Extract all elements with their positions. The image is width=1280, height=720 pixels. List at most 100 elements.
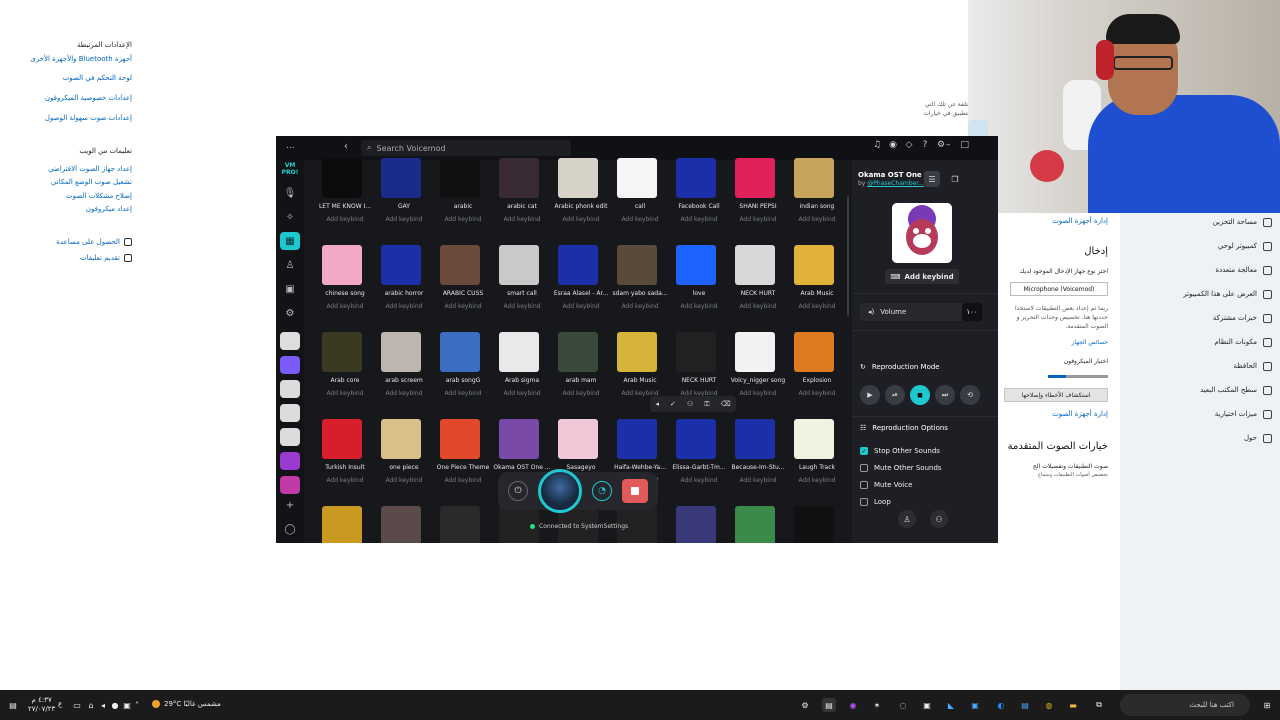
web-help-link-spatial-sound[interactable]: تشغيل صوت الوضع المكاني — [51, 178, 132, 186]
add-keybind-link[interactable]: Add keybind — [548, 390, 614, 397]
grid-scrollbar[interactable] — [847, 196, 849, 316]
language-indicator[interactable]: ع — [58, 700, 62, 708]
sound-thumbnail[interactable] — [322, 245, 362, 285]
settings-nav-icon[interactable]: ⚙ — [280, 304, 300, 322]
sound-tile[interactable]: Arabic phonk edit Add keybind — [552, 158, 610, 238]
manage-sound-devices-link-2[interactable]: إدارة أجهزة الصوت — [1052, 410, 1108, 418]
add-keybind-link[interactable]: Add keybind — [312, 390, 378, 397]
sound-thumbnail[interactable] — [794, 245, 834, 285]
soundboard-avatar-3[interactable] — [280, 380, 300, 398]
chrome-icon[interactable]: ◍ — [1042, 698, 1056, 712]
app-icon-2[interactable]: ✶ — [870, 698, 884, 712]
tray-overflow-icon[interactable]: ˄ — [130, 698, 144, 712]
stop-sound-button[interactable] — [622, 479, 648, 503]
add-keybind-link[interactable]: Add keybind — [607, 303, 673, 310]
sound-tile[interactable]: Facebook Call Add keybind — [670, 158, 728, 238]
sound-thumbnail[interactable] — [735, 158, 775, 198]
settings-icon[interactable]: ⚙ — [936, 140, 946, 150]
app-icon-7[interactable]: ▤ — [1018, 698, 1032, 712]
search-input[interactable]: ⌕ Search Voicemod — [361, 140, 571, 156]
sound-thumbnail[interactable] — [499, 419, 539, 459]
sound-thumbnail[interactable] — [322, 332, 362, 372]
sound-tile[interactable]: arabic cat Add keybind — [493, 158, 551, 238]
sound-tile[interactable]: Arab core Add keybind — [316, 332, 374, 412]
add-soundboard-icon[interactable]: + — [280, 496, 300, 514]
add-keybind-link[interactable]: Add keybind — [430, 390, 496, 397]
sound-tile[interactable]: Turkish Insult Add keybind — [316, 419, 374, 499]
sound-thumbnail[interactable] — [676, 245, 716, 285]
app-icon-4[interactable]: ▣ — [920, 698, 934, 712]
sound-thumbnail[interactable] — [499, 245, 539, 285]
help-icon[interactable]: ? — [920, 140, 930, 150]
loop-icon[interactable]: ⟲ — [960, 385, 980, 405]
add-keybind-link[interactable]: Add keybind — [784, 216, 850, 223]
checkbox[interactable] — [860, 481, 868, 489]
sound-thumbnail[interactable] — [499, 332, 539, 372]
sound-thumbnail[interactable] — [794, 158, 834, 198]
add-keybind-link[interactable]: Add keybind — [784, 390, 850, 397]
sound-thumbnail[interactable] — [322, 158, 362, 198]
file-explorer-icon[interactable]: ▬ — [1066, 698, 1080, 712]
soundboard-avatar-6[interactable] — [280, 452, 300, 470]
nav-shared-experiences[interactable]: خبرات مشتركة — [1122, 309, 1272, 327]
effects-nav-icon[interactable]: ✧ — [280, 208, 300, 226]
task-view-icon[interactable]: ⧉ — [1092, 698, 1106, 712]
sound-thumbnail[interactable] — [381, 506, 421, 543]
sound-tile[interactable]: Volcy_nigger song Add keybind — [729, 332, 787, 412]
volume-mini-icon[interactable]: ◂ — [656, 400, 660, 408]
add-keybind-link[interactable]: Add keybind — [371, 390, 437, 397]
menu-dots-button[interactable]: ... — [286, 141, 295, 151]
sound-tile[interactable]: ARABIC CUSS Add keybind — [434, 245, 492, 325]
nav-optional-features[interactable]: ميزات اختيارية — [1122, 405, 1272, 423]
nav-about[interactable]: حول — [1122, 429, 1272, 447]
sound-tile[interactable]: arab screem Add keybind — [375, 332, 433, 412]
sound-tile[interactable]: Explosion Add keybind — [788, 332, 846, 412]
sound-thumbnail[interactable] — [558, 419, 598, 459]
app-volume-label[interactable]: صوت التطبيقات وتفضيلات الج — [1033, 463, 1108, 470]
voicemod-app-icon[interactable]: ▤ — [822, 698, 836, 712]
sound-tile[interactable]: love Add keybind — [670, 245, 728, 325]
sound-thumbnail[interactable] — [676, 419, 716, 459]
sound-thumbnail[interactable] — [499, 158, 539, 198]
sound-thumbnail[interactable] — [322, 506, 362, 543]
add-keybind-link[interactable]: Add keybind — [371, 303, 437, 310]
taskbar-search-box[interactable]: اكتب هنا للبحث — [1120, 694, 1250, 716]
add-keybind-link[interactable]: Add keybind — [430, 477, 496, 484]
store-nav-icon[interactable]: ▣ — [280, 280, 300, 298]
sound-thumbnail[interactable] — [440, 332, 480, 372]
soundboard-avatar-5[interactable] — [280, 428, 300, 446]
add-keybind-link[interactable]: Add keybind — [725, 477, 791, 484]
soundboard-nav-icon[interactable]: ▦ — [280, 232, 300, 250]
sound-thumbnail[interactable] — [558, 245, 598, 285]
add-keybind-link[interactable]: Add keybind — [784, 303, 850, 310]
web-help-link-default-device[interactable]: إعداد جهاز الصوت الافتراضي — [48, 165, 132, 173]
sound-thumbnail[interactable] — [735, 332, 775, 372]
play-restart-icon[interactable]: ◼ — [910, 385, 930, 405]
web-help-link-setup-mic[interactable]: إعداد ميكروفون — [86, 205, 132, 213]
sound-thumbnail[interactable] — [617, 245, 657, 285]
nav-tablet[interactable]: كمبيوتر لوحي — [1122, 237, 1272, 255]
checkbox[interactable] — [860, 498, 868, 506]
app-icon-1[interactable]: ◉ — [846, 698, 860, 712]
power-icon[interactable]: ⏻ — [508, 481, 528, 501]
sound-thumbnail[interactable] — [735, 419, 775, 459]
option-loop[interactable]: Loop — [860, 498, 891, 506]
add-keybind-link[interactable]: Add keybind — [607, 216, 673, 223]
sound-thumbnail[interactable] — [558, 332, 598, 372]
add-keybind-link[interactable]: Add keybind — [725, 303, 791, 310]
battery-icon[interactable]: ▭ — [70, 698, 84, 712]
add-keybind-link[interactable]: Add keybind — [312, 477, 378, 484]
soundboard-avatar-2[interactable] — [280, 356, 300, 374]
sound-tile[interactable]: arabic horror Add keybind — [375, 245, 433, 325]
app-icon-6[interactable]: ▣ — [968, 698, 982, 712]
sound-tile[interactable]: chinese song Add keybind — [316, 245, 374, 325]
option-mute-other-sounds[interactable]: Mute Other Sounds — [860, 464, 942, 472]
sound-tile[interactable]: arab mam Add keybind — [552, 332, 610, 412]
author-link[interactable]: @PhaseChamber... — [867, 180, 924, 187]
sound-tile[interactable] — [375, 506, 433, 543]
app-icon-3[interactable]: ◌ — [896, 698, 910, 712]
back-arrow-icon[interactable]: ‹ — [344, 141, 348, 152]
sound-thumbnail[interactable] — [617, 158, 657, 198]
bell-icon[interactable]: ♫ — [872, 140, 882, 150]
nav-remote-desktop[interactable]: سطح المكتب البعيد — [1122, 381, 1272, 399]
